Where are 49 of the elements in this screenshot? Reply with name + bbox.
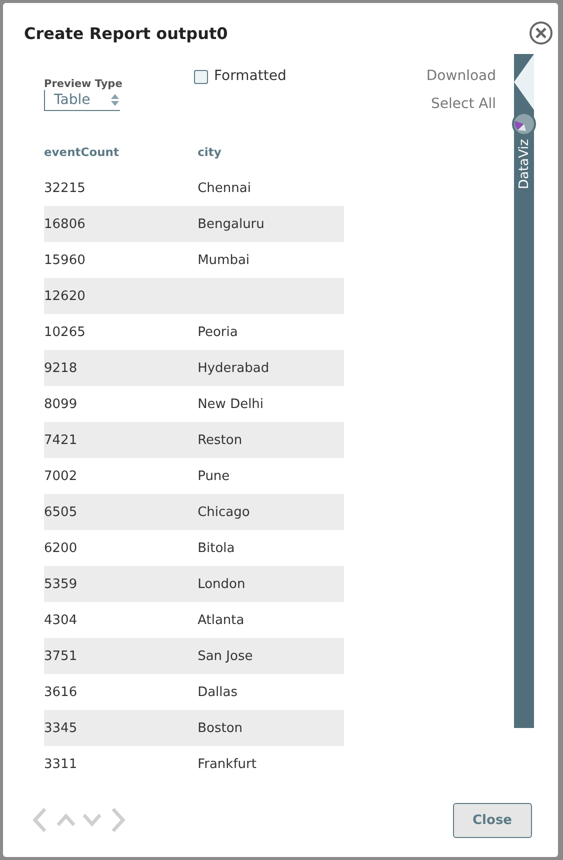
side-panel-tab[interactable]: DataViz <box>514 54 534 728</box>
table-cell: 3616 <box>44 674 198 710</box>
table-cell: Boston <box>198 710 344 746</box>
table-cell: 3311 <box>44 746 198 782</box>
close-icon[interactable] <box>529 21 553 45</box>
table-cell: 7421 <box>44 422 198 458</box>
table-cell: San Jose <box>198 638 344 674</box>
close-button[interactable]: Close <box>452 802 532 838</box>
table-cell: New Delhi <box>198 386 344 422</box>
table-cell: Bitola <box>198 530 344 566</box>
table-cell: Frankfurt <box>198 746 344 782</box>
spinner-arrows-icon <box>110 92 120 108</box>
table-cell: Bengaluru <box>198 206 344 242</box>
table-cell: Mumbai <box>198 242 344 278</box>
action-link[interactable]: Download <box>426 68 496 84</box>
table-cell: 12620 <box>44 278 198 314</box>
table-cell: 3345 <box>44 710 198 746</box>
collapse-arrow-icon[interactable] <box>514 54 534 110</box>
column-header: eventCount <box>44 144 120 161</box>
table-cell: 32215 <box>44 170 198 206</box>
action-link[interactable]: Select All <box>431 96 496 112</box>
table-cell: 6505 <box>44 494 198 530</box>
table-cell: 4304 <box>44 602 198 638</box>
table-cell: 6200 <box>44 530 198 566</box>
formatted-label: Formatted <box>214 68 286 84</box>
table-cell: Dallas <box>198 674 344 710</box>
table-cell: Chicago <box>198 494 344 530</box>
formatted-checkbox[interactable] <box>194 70 208 84</box>
preview-type-select[interactable]: Table <box>44 90 120 111</box>
pie-chart-icon <box>512 112 536 136</box>
table-cell: Pune <box>198 458 344 494</box>
side-tab-label: DataViz <box>516 139 532 190</box>
table-cell: 8099 <box>44 386 198 422</box>
preview-type-label: Preview Type <box>44 78 124 90</box>
table-cell: London <box>198 566 344 602</box>
table-cell: Peoria <box>198 314 344 350</box>
table-cell: 7002 <box>44 458 198 494</box>
table-cell: Atlanta <box>198 602 344 638</box>
table-cell: 3751 <box>44 638 198 674</box>
column-header: city <box>198 144 222 161</box>
table-cell: 10265 <box>44 314 198 350</box>
table-cell: Reston <box>198 422 344 458</box>
table-cell: 5359 <box>44 566 198 602</box>
dialog-title: Create Report output0 <box>24 24 228 42</box>
table-cell: 9218 <box>44 350 198 386</box>
table-cell: 15960 <box>44 242 198 278</box>
table-cell: Chennai <box>198 170 344 206</box>
table-cell: Hyderabad <box>198 350 344 386</box>
table-cell: 16806 <box>44 206 198 242</box>
